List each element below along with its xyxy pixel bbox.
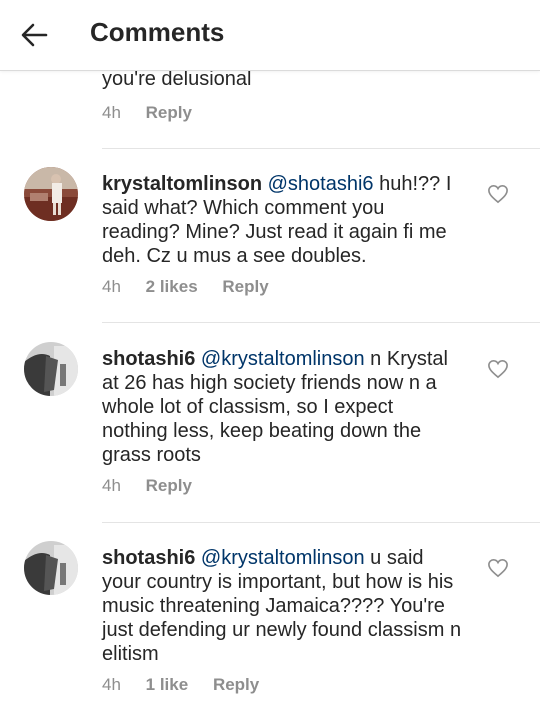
divider (102, 148, 540, 149)
comment-text: shotashi6 @krystaltomlinson n Krystal at… (102, 347, 462, 467)
likes-count[interactable]: 1 like (146, 675, 189, 694)
likes-count[interactable]: 2 likes (146, 277, 198, 296)
comment-username[interactable]: shotashi6 (102, 547, 195, 569)
back-arrow-icon[interactable] (20, 21, 48, 49)
like-heart-icon[interactable] (487, 359, 509, 379)
like-heart-icon[interactable] (487, 184, 509, 204)
divider (102, 522, 540, 523)
reply-button[interactable]: Reply (213, 675, 259, 694)
comment-meta: 4h 1 like Reply (102, 675, 279, 695)
top-bar: Comments (0, 0, 540, 71)
comment-username[interactable]: krystaltomlinson (102, 173, 262, 195)
comment-meta: 4h Reply (102, 103, 212, 123)
comment-mention[interactable]: @krystaltomlinson (201, 547, 365, 569)
comment-mention[interactable]: @shotashi6 (268, 173, 374, 195)
comment-text: krystaltomlinson @shotashi6 huh!?? I sai… (102, 172, 462, 268)
reply-button[interactable]: Reply (222, 277, 268, 296)
comment-meta: 4h Reply (102, 476, 212, 496)
divider (102, 322, 540, 323)
page-title: Comments (90, 17, 225, 47)
reply-button[interactable]: Reply (146, 103, 192, 122)
avatar[interactable] (24, 541, 78, 595)
comment-mention[interactable]: @krystaltomlinson (201, 348, 365, 370)
comment-time: 4h (102, 277, 121, 296)
like-heart-icon[interactable] (487, 558, 509, 578)
comment-time: 4h (102, 675, 121, 694)
comment-time: 4h (102, 103, 121, 122)
comment-meta: 4h 2 likes Reply (102, 277, 289, 297)
comment-username[interactable]: shotashi6 (102, 348, 195, 370)
avatar[interactable] (24, 342, 78, 396)
avatar[interactable] (24, 167, 78, 221)
comment-time: 4h (102, 476, 121, 495)
reply-button[interactable]: Reply (146, 476, 192, 495)
comment-text: shotashi6 @krystaltomlinson u said your … (102, 546, 462, 666)
